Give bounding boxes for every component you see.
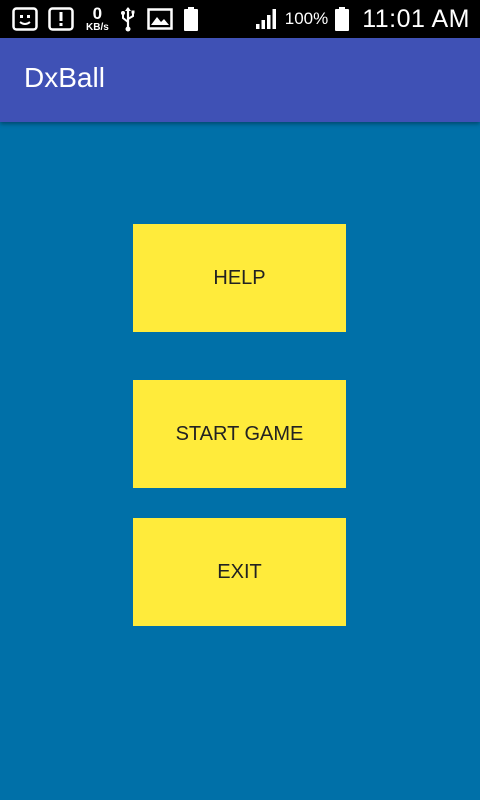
help-button-label: HELP — [213, 266, 266, 289]
screen: 0 KB/s 100% 11:01 AM DxBall HELP START G… — [0, 0, 480, 800]
network-speed-unit: KB/s — [86, 22, 109, 33]
battery-icon — [334, 0, 350, 38]
start-game-button[interactable]: START GAME — [133, 380, 346, 488]
app-bar: DxBall — [0, 38, 480, 122]
alert-icon — [48, 0, 74, 38]
exit-button[interactable]: EXIT — [133, 518, 346, 626]
notification-face-icon — [12, 0, 38, 38]
app-title: DxBall — [24, 62, 105, 93]
start-game-button-label: START GAME — [175, 422, 304, 445]
battery-percent: 100% — [284, 9, 329, 28]
image-icon — [147, 0, 173, 38]
exit-button-label: EXIT — [217, 560, 262, 583]
network-speed-value: 0 — [92, 4, 103, 23]
clock: 11:01 AM — [362, 4, 470, 33]
signal-icon — [255, 0, 279, 38]
network-speed: 0 KB/s — [86, 5, 109, 33]
help-button[interactable]: HELP — [133, 224, 346, 332]
battery-small-icon — [183, 0, 199, 38]
status-bar: 0 KB/s 100% 11:01 AM — [0, 0, 480, 38]
usb-icon — [119, 0, 137, 38]
status-bar-right: 100% 11:01 AM — [255, 0, 470, 38]
status-bar-left: 0 KB/s — [12, 0, 199, 38]
